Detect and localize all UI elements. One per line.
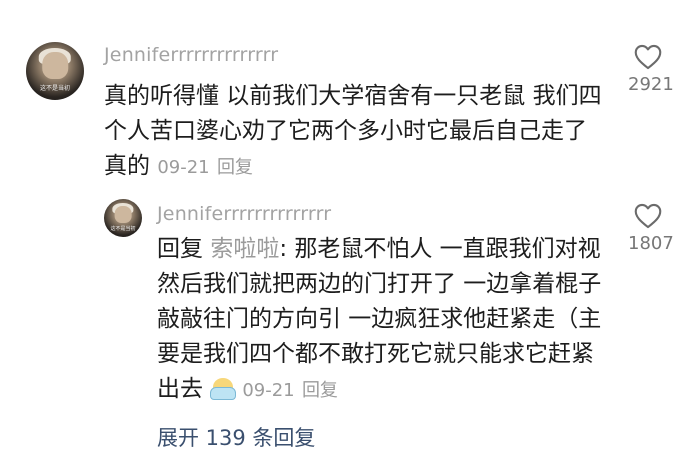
comment-text: 真的听得懂 以前我们大学宿舍有一只老鼠 我们四个人苦口婆心劝了它两个多小时它最后… [104,79,604,185]
reply-date: 09-21 [242,380,295,401]
avatar[interactable]: 这不是当初 [26,42,84,100]
heart-outline-icon [634,203,662,229]
reply-username[interactable]: Jenniferrrrrrrrrrrrrr [157,203,331,225]
comment-date: 09-21 [157,157,210,178]
reply-reply-button[interactable]: 回复 [302,380,338,401]
comment-like-button[interactable]: 2921 [628,44,674,95]
avatar-caption: 这不是当初 [39,84,70,92]
reply-to-user[interactable]: 索啦啦 [210,236,279,262]
comment-like-count: 2921 [628,74,674,95]
reply-avatar-caption: 这不是当初 [110,225,136,232]
reply-text: 回复 索啦啦: 那老鼠不怕人 一直跟我们对视然后我们就把两边的门打开了 一边拿着… [157,232,602,408]
reply-like-button[interactable]: 1807 [628,203,674,254]
reply-avatar[interactable]: 这不是当初 [104,199,142,237]
comment-username[interactable]: Jenniferrrrrrrrrrrrrr [104,44,278,66]
reply-prefix: 回复 [157,236,203,262]
reply-like-count: 1807 [628,233,674,254]
face-with-towel-emoji-icon [210,378,237,400]
comment-reply-button[interactable]: 回复 [217,157,253,178]
heart-outline-icon [634,44,662,70]
expand-replies-button[interactable]: 展开 139 条回复 [157,422,315,452]
